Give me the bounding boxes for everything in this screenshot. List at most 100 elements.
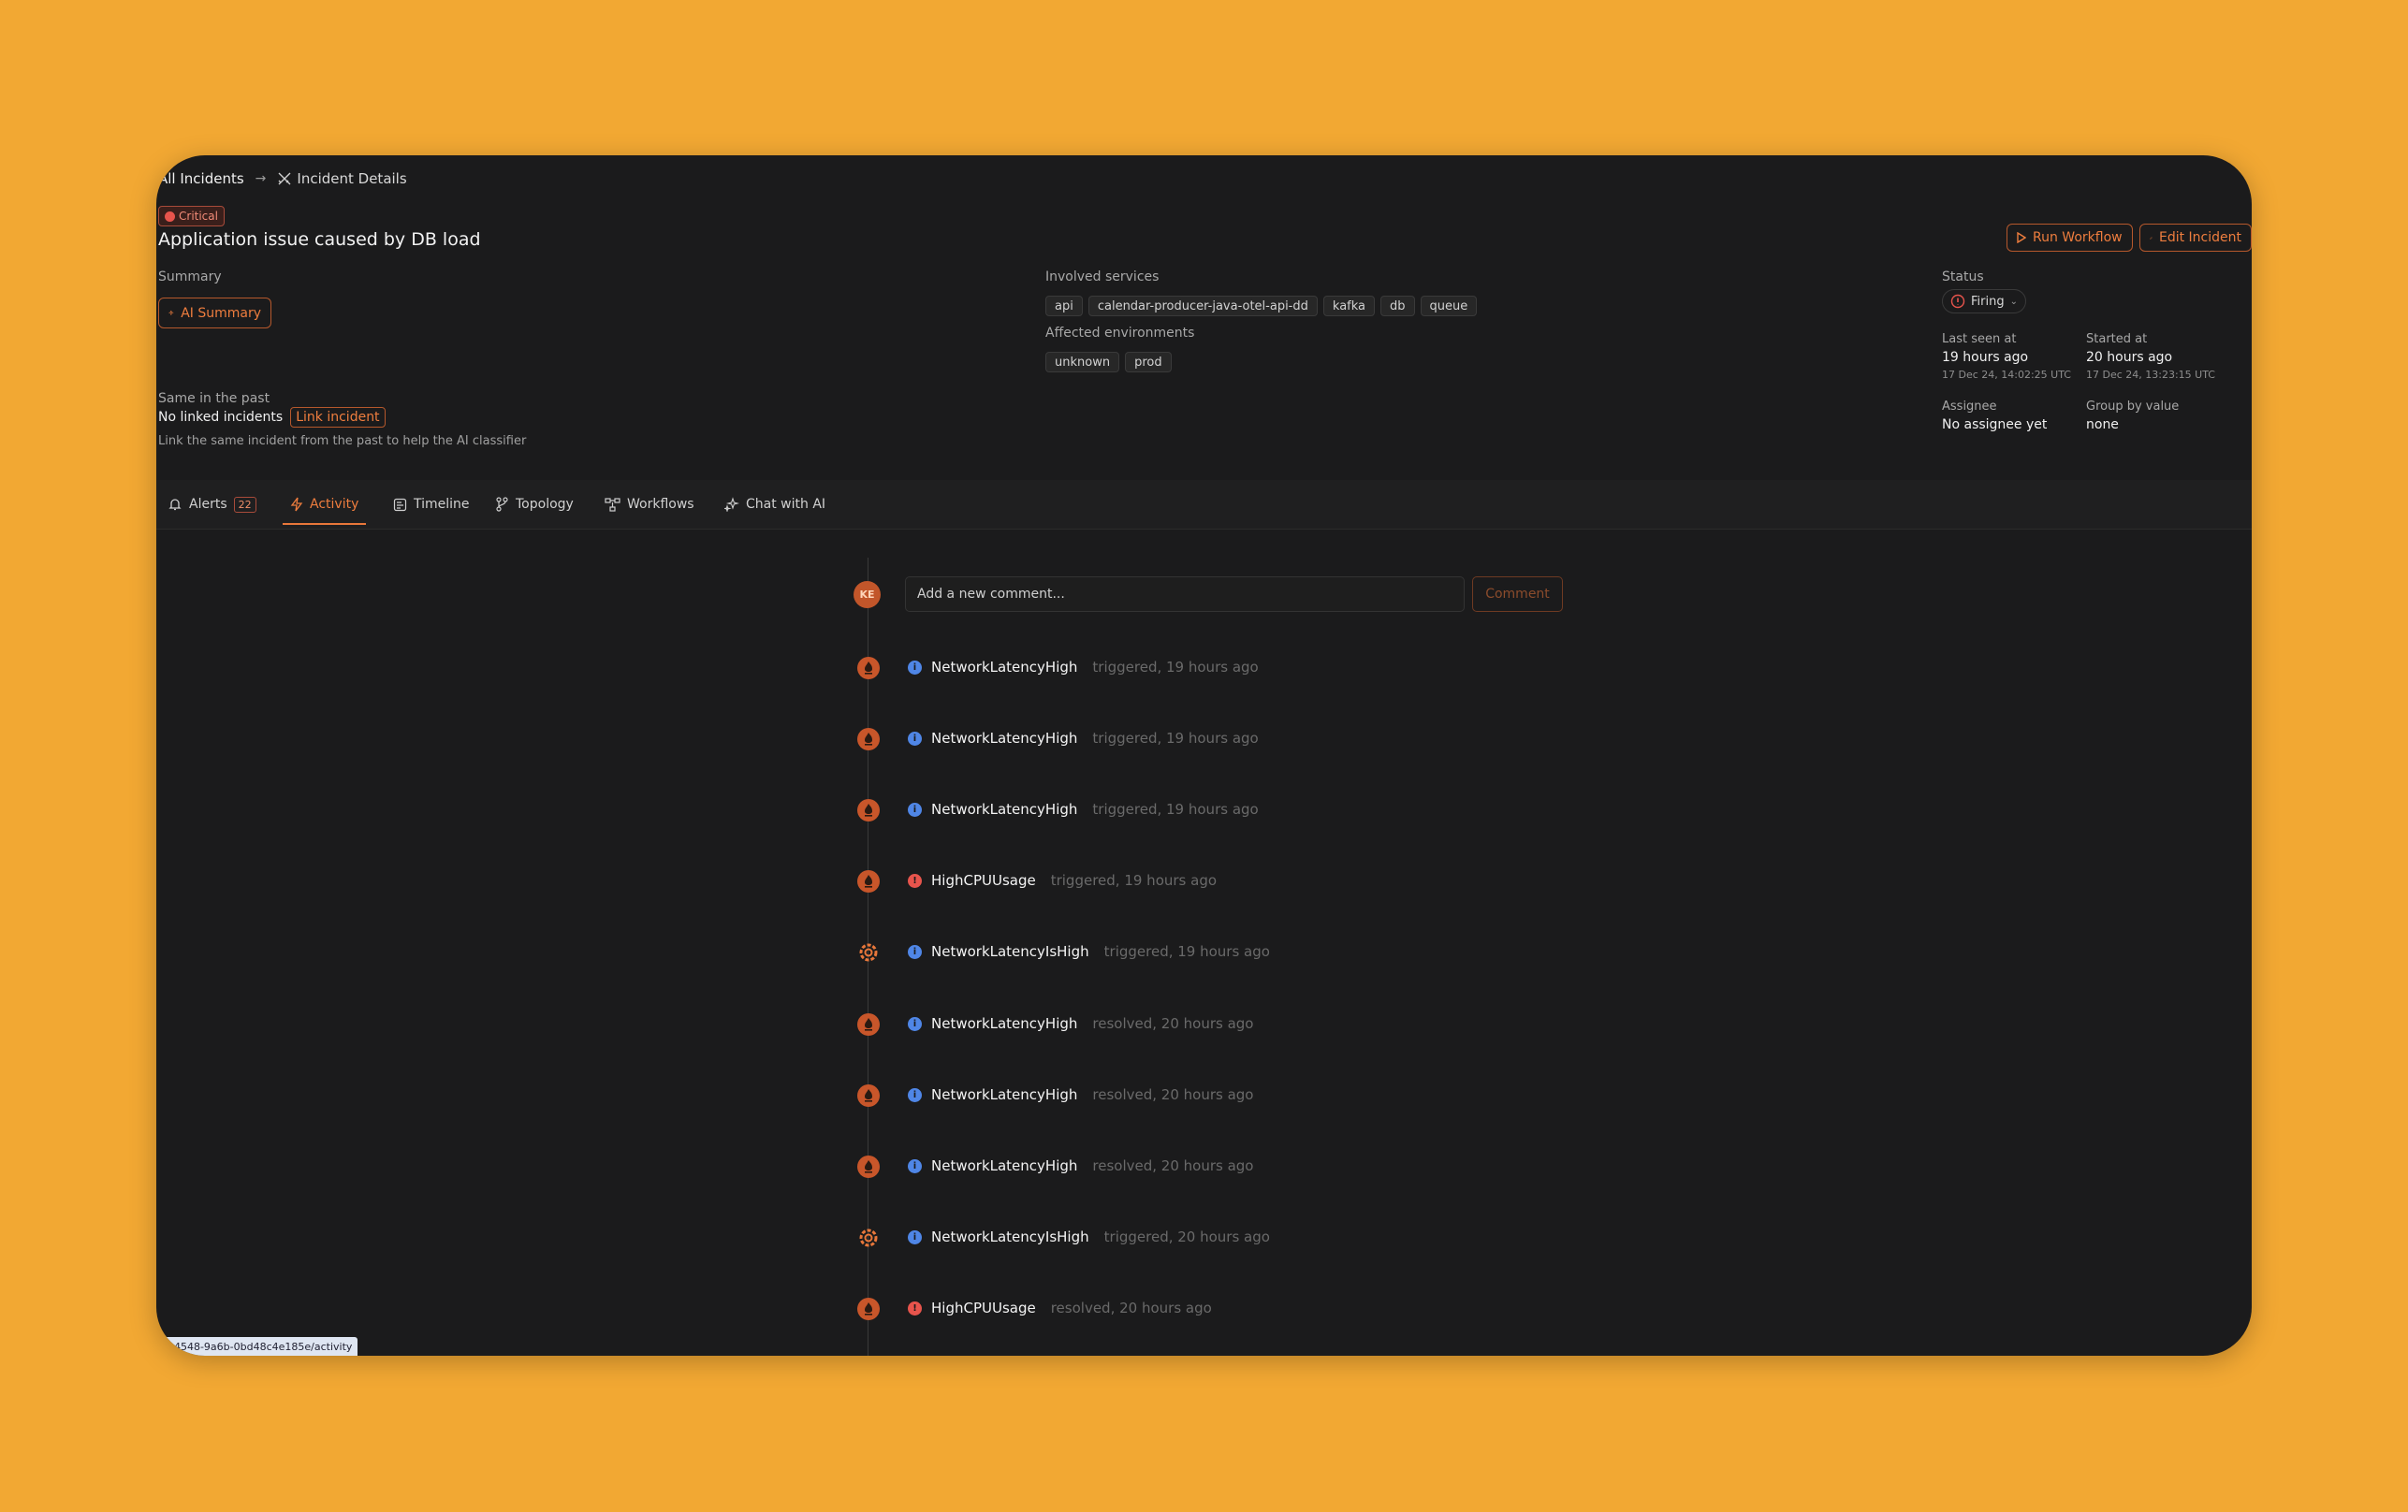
breadcrumb-current-label: Incident Details [297, 170, 407, 187]
info-severity-icon: i [908, 1087, 922, 1102]
run-workflow-label: Run Workflow [2033, 230, 2123, 245]
alert-status: triggered, 20 hours ago [1103, 1228, 1270, 1245]
environment-chip: unknown [1045, 352, 1120, 372]
tab-topology[interactable]: Topology [495, 480, 574, 529]
critical-severity-icon: ! [908, 873, 922, 888]
sparkles-icon [168, 310, 174, 315]
service-chip: api [1045, 296, 1083, 316]
alert-status: triggered, 19 hours ago [1092, 801, 1259, 818]
edit-incident-button[interactable]: Edit Incident [2139, 224, 2252, 252]
activity-row[interactable]: i NetworkLatencyHigh resolved, 20 hours ag… [908, 1015, 1253, 1032]
info-severity-icon: i [908, 802, 922, 817]
activity-row[interactable]: i NetworkLatencyIsHigh triggered, 20 hours… [908, 1228, 1270, 1245]
activity-row[interactable]: i NetworkLatencyHigh resolved, 20 hours ag… [908, 1157, 1253, 1174]
service-chip: db [1380, 296, 1415, 316]
alerts-count-badge: 22 [233, 496, 256, 513]
alert-status: triggered, 19 hours ago [1092, 659, 1259, 676]
past-hint: Link the same incident from the past to … [158, 434, 527, 448]
tab-alerts-label: Alerts [189, 497, 227, 512]
prometheus-icon [857, 1156, 880, 1178]
tab-alerts[interactable]: Alerts 22 [168, 480, 256, 529]
service-chip: calendar-producer-java-otel-api-dd [1087, 296, 1318, 316]
summary-label: Summary [158, 269, 222, 284]
alert-status: triggered, 19 hours ago [1092, 730, 1259, 747]
tab-workflows-label: Workflows [627, 497, 694, 512]
lightning-icon [290, 497, 303, 512]
tab-topology-label: Topology [516, 497, 574, 512]
activity-row[interactable]: i NetworkLatencyHigh triggered, 19 hours a… [908, 730, 1259, 747]
group-by-label: Group by value [2086, 400, 2180, 414]
breadcrumb-all-incidents[interactable]: All Incidents [158, 170, 244, 187]
info-severity-icon: i [908, 1158, 922, 1173]
severity-label: Critical [179, 210, 218, 223]
alert-status: resolved, 20 hours ago [1092, 1015, 1254, 1032]
ai-summary-button[interactable]: AI Summary [158, 298, 271, 328]
alert-status: triggered, 19 hours ago [1050, 872, 1218, 889]
timeline-icon [393, 498, 407, 511]
alert-name: NetworkLatencyHigh [931, 1015, 1078, 1032]
prometheus-icon [857, 799, 880, 821]
arrow-right-icon: → [255, 171, 267, 186]
last-seen-value: 19 hours ago [1942, 350, 2029, 365]
service-chip: queue [1420, 296, 1478, 316]
past-label: Same in the past [158, 391, 270, 406]
last-seen-date: 17 Dec 24, 14:02:25 UTC [1942, 369, 2071, 381]
comment-input[interactable] [905, 576, 1465, 612]
incident-window: All Incidents → Incident Details Critica… [156, 155, 2252, 1356]
alert-name: NetworkLatencyIsHigh [931, 1228, 1089, 1245]
status-value: Firing [1971, 294, 2005, 309]
activity-row[interactable]: i NetworkLatencyHigh resolved, 20 hours ag… [908, 1086, 1253, 1103]
link-incident-button[interactable]: Link incident [290, 407, 386, 428]
past-value: No linked incidents [158, 410, 284, 425]
run-workflow-button[interactable]: Run Workflow [2007, 224, 2133, 252]
assignee-value: No assignee yet [1942, 417, 2048, 432]
info-severity-icon: i [908, 1229, 922, 1244]
activity-row[interactable]: ! HighCPUUsage triggered, 19 hours ago [908, 872, 1217, 889]
info-severity-icon: i [908, 1016, 922, 1031]
prometheus-icon [857, 870, 880, 893]
activity-row[interactable]: i NetworkLatencyIsHigh triggered, 19 hours… [908, 943, 1270, 960]
activity-row[interactable]: i NetworkLatencyHigh triggered, 19 hours a… [908, 801, 1259, 818]
tab-workflows[interactable]: Workflows [605, 480, 694, 529]
play-icon [2017, 232, 2026, 243]
activity-row[interactable]: i NetworkLatencyHigh triggered, 19 hours a… [908, 659, 1259, 676]
info-severity-icon: i [908, 731, 922, 746]
alert-circle-icon [1950, 294, 1965, 309]
bell-icon [168, 499, 182, 511]
breadcrumb: All Incidents → Incident Details [158, 170, 407, 187]
group-by-value: none [2086, 417, 2119, 432]
status-label: Status [1942, 269, 1984, 284]
breadcrumb-current: Incident Details [277, 170, 407, 187]
info-severity-icon: i [908, 660, 922, 675]
alert-name: NetworkLatencyIsHigh [931, 943, 1089, 960]
chevron-down-icon: ⌄ [2009, 296, 2018, 307]
prometheus-icon [857, 1084, 880, 1107]
prometheus-icon [857, 1013, 880, 1036]
started-value: 20 hours ago [2086, 350, 2173, 365]
environment-chip: prod [1125, 352, 1172, 372]
comment-button[interactable]: Comment [1472, 576, 1563, 612]
tab-bar: Alerts 22 Activity Timeline Topology Wor… [156, 480, 2252, 530]
grafana-icon [857, 1227, 880, 1249]
alert-name: NetworkLatencyHigh [931, 1086, 1078, 1103]
activity-row[interactable]: ! HighCPUUsage resolved, 20 hours ago [908, 1300, 1212, 1316]
tab-activity-label: Activity [310, 497, 359, 512]
critical-severity-icon: ! [908, 1301, 922, 1316]
services-label: Involved services [1045, 269, 1160, 284]
prometheus-icon [857, 1298, 880, 1320]
tab-activity[interactable]: Activity [283, 480, 367, 529]
avatar: KE [854, 581, 881, 608]
status-select[interactable]: Firing ⌄ [1942, 289, 2026, 313]
tab-timeline[interactable]: Timeline [393, 480, 470, 529]
status-url: 8-4548-9a6b-0bd48c4e185e/activity [156, 1337, 358, 1356]
environment-chips: unknown prod [1045, 352, 1172, 372]
environments-label: Affected environments [1045, 326, 1195, 341]
alert-name: HighCPUUsage [931, 872, 1036, 889]
git-branch-icon [496, 497, 508, 512]
tab-chat-with-ai[interactable]: Chat with AI [724, 480, 825, 529]
critical-dot-icon [165, 211, 175, 222]
prometheus-icon [857, 728, 880, 750]
last-seen-label: Last seen at [1942, 332, 2017, 346]
services-chips: api calendar-producer-java-otel-api-dd k… [1045, 296, 1478, 316]
assignee-label: Assignee [1942, 400, 1997, 414]
